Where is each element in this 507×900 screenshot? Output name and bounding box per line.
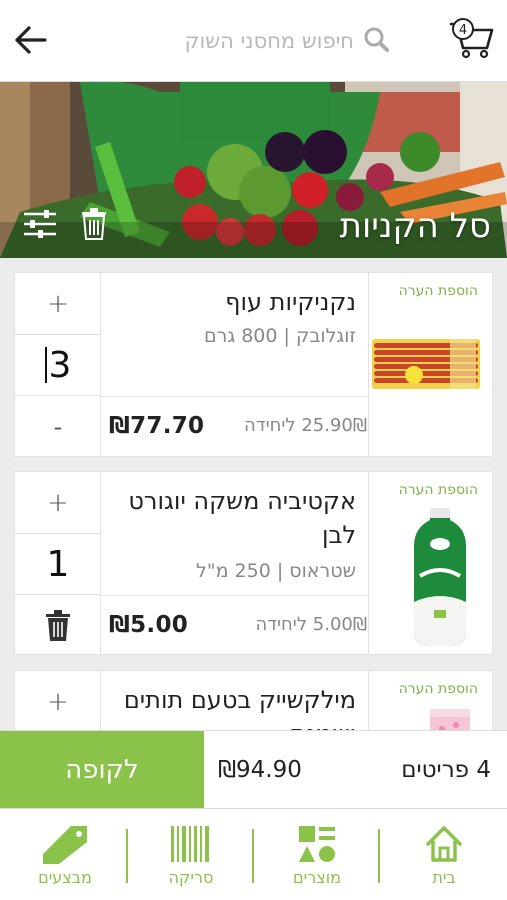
quantity-value: 1 [46, 543, 70, 585]
shopping-cart-icon: 4 [449, 18, 494, 59]
sliders-icon [24, 210, 56, 238]
nav-deals-label: מבצעים [38, 867, 92, 887]
item-brand-size: שטראוס | 250 מ"ל [196, 560, 356, 582]
cart-button[interactable]: 4 [445, 10, 497, 62]
nav-home[interactable]: בית [381, 809, 507, 900]
item-image-column: הוספת הערה [368, 273, 492, 456]
quantity-field[interactable]: 1 [15, 534, 101, 595]
search-icon[interactable] [362, 25, 390, 57]
home-icon [426, 825, 462, 862]
filter-button[interactable] [20, 204, 60, 244]
plus-icon: + [47, 487, 69, 518]
search-input[interactable] [159, 29, 354, 53]
hero-banner: סל הקניות [0, 82, 507, 258]
minus-icon: - [53, 413, 63, 441]
item-name: אקטיביה משקה יוגורט לבן [128, 487, 356, 549]
yogurt-drink-product-image [414, 508, 466, 646]
item-total: ₪5.00 [109, 612, 189, 638]
cart-item: + 3 - נקניקיות עוף זוגלובק | 800 גרם 25.… [14, 272, 493, 457]
checkout-bar: לקופה ₪94.90 4 פריטים [0, 730, 507, 809]
text-cursor [44, 347, 47, 383]
decrease-quantity-button[interactable]: - [15, 396, 101, 458]
unit-price: 5.00₪ ליחידה [255, 614, 367, 635]
sale-tag-icon [43, 825, 87, 864]
cart-items-list[interactable]: + 3 - נקניקיות עוף זוגלובק | 800 גרם 25.… [0, 258, 507, 730]
increase-quantity-button[interactable]: + [15, 472, 101, 534]
item-image-column: הוספת הערה [368, 671, 492, 730]
quantity-field[interactable]: 3 [15, 335, 101, 396]
nav-deals[interactable]: מבצעים [2, 809, 128, 900]
plus-icon: + [47, 686, 69, 717]
back-button[interactable] [8, 18, 52, 62]
plus-icon: + [47, 288, 69, 319]
checkout-button[interactable]: לקופה [0, 731, 204, 809]
item-total: ₪77.70 [109, 413, 205, 439]
nav-scan-label: סריקה [168, 867, 214, 887]
item-name: מילקשייק בטעם תותים ושמנת [123, 686, 356, 730]
shapes-icon [299, 825, 335, 862]
cart-total: ₪94.90 [218, 757, 302, 783]
nav-home-label: בית [432, 867, 456, 887]
item-info: אקטיביה משקה יוגורט לבן שטראוס | 250 מ"ל… [101, 472, 369, 654]
sausages-product-image [372, 339, 480, 389]
cart-item: + 1 אקטיביה משקה יוגורט לבן שטראוס | 250… [14, 471, 493, 655]
item-info: מילקשייק בטעם תותים ושמנת [101, 671, 369, 730]
item-count: 4 פריטים [401, 757, 491, 783]
quantity-stepper: + 3 - [15, 273, 101, 456]
quantity-stepper: + 1 [15, 472, 101, 654]
remove-item-button[interactable] [15, 595, 101, 656]
barcode-icon [171, 825, 209, 862]
unit-price: 25.90₪ ליחידה [243, 415, 367, 436]
add-note-link[interactable]: הוספת הערה [399, 681, 478, 697]
cart-count: 4 [459, 23, 467, 38]
nav-products-label: מוצרים [293, 867, 341, 887]
arrow-left-icon [15, 26, 47, 54]
item-image-column: הוספת הערה [368, 472, 492, 654]
trash-icon [46, 609, 70, 641]
item-brand-size: זוגלובק | 800 גרם [204, 325, 356, 347]
search-bar [159, 22, 390, 60]
quantity-value: 3 [48, 344, 72, 386]
add-note-link[interactable]: הוספת הערה [399, 283, 478, 299]
bottom-navigation: בית מוצרים סריקה מבצעים [0, 808, 507, 900]
milkshake-product-image [430, 709, 470, 730]
trash-icon [82, 208, 106, 240]
item-name: נקניקיות עוף [225, 288, 356, 316]
nav-products[interactable]: מוצרים [254, 809, 380, 900]
page-title: סל הקניות [339, 206, 491, 246]
quantity-stepper: + [15, 671, 101, 730]
increase-quantity-button[interactable]: + [15, 273, 101, 335]
cart-item: + מילקשייק בטעם תותים ושמנת הוספת הערה [14, 670, 493, 730]
nav-scan[interactable]: סריקה [128, 809, 254, 900]
price-row: 5.00₪ ליחידה ₪5.00 [101, 595, 369, 653]
add-note-link[interactable]: הוספת הערה [399, 482, 478, 498]
item-info: נקניקיות עוף זוגלובק | 800 גרם 25.90₪ לי… [101, 273, 369, 456]
top-bar: 4 [0, 0, 507, 82]
price-row: 25.90₪ ליחידה ₪77.70 [101, 396, 369, 454]
clear-cart-button[interactable] [74, 204, 114, 244]
increase-quantity-button[interactable]: + [15, 671, 101, 730]
